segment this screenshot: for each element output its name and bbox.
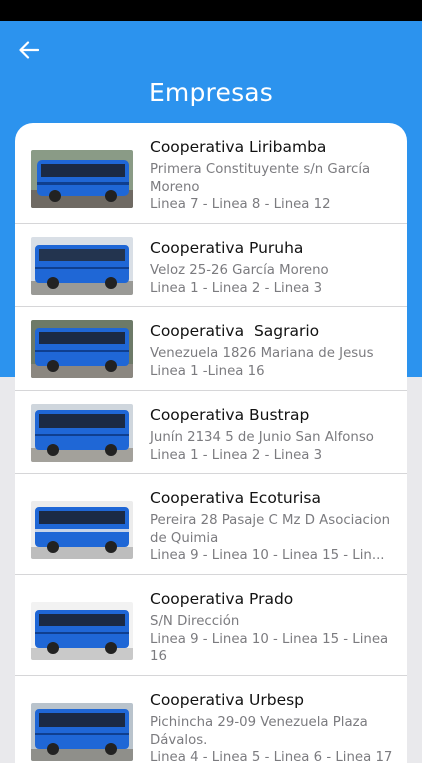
company-name: Cooperativa Sagrario — [150, 322, 320, 340]
arrow-left-icon — [19, 41, 39, 59]
company-name: Cooperativa Ecoturisa — [150, 489, 321, 507]
company-lines: Linea 7 - Linea 8 - Linea 12 — [150, 197, 331, 212]
list-item-sagrario[interactable]: Cooperativa Sagrario Venezuela 1826 Mari… — [15, 307, 407, 391]
companies-list: Cooperativa Liribamba Primera Constituye… — [15, 123, 407, 763]
bus-image — [31, 404, 133, 462]
company-lines: Linea 4 - Linea 5 - Linea 6 - Linea 17 — [150, 750, 393, 763]
bus-image — [31, 150, 133, 208]
bus-image — [31, 320, 133, 378]
company-name: Cooperativa Urbesp — [150, 691, 305, 709]
company-address: Junín 2134 5 de Junio San Alfonso — [150, 430, 374, 445]
company-lines: Linea 1 -Linea 16 — [150, 363, 265, 379]
list-item-prado[interactable]: Cooperativa Prado S/N Dirección Linea 9 … — [15, 575, 407, 676]
company-address: Venezuela 1826 Mariana de Jesus — [150, 346, 374, 361]
company-name: Cooperativa Prado — [150, 590, 294, 608]
company-lines: Linea 9 - Linea 10 - Linea 15 - Linea 16 — [150, 631, 389, 665]
page-title: Empresas — [148, 78, 274, 107]
company-name: Cooperativa Puruha — [150, 239, 304, 257]
bus-image — [31, 237, 133, 295]
bus-image — [31, 703, 133, 761]
company-address: Primera Constituyente s/n García Moreno — [150, 162, 371, 195]
list-item-puruha[interactable]: Cooperativa Puruha Veloz 25-26 García Mo… — [15, 224, 407, 307]
company-lines: Linea 9 - Linea 10 - Linea 15 - Lin... — [150, 548, 385, 563]
list-item-bustrap[interactable]: Cooperativa Bustrap Junín 2134 5 de Juni… — [15, 391, 407, 474]
company-lines: Linea 1 - Linea 2 - Linea 3 — [150, 280, 323, 296]
list-item-ecoturisa[interactable]: Cooperativa Ecoturisa Pereira 28 Pasaje … — [15, 474, 407, 575]
back-button[interactable] — [12, 36, 46, 64]
status-bar — [0, 0, 422, 21]
company-address: Veloz 25-26 García Moreno — [150, 263, 329, 278]
company-address: S/N Dirección — [150, 614, 240, 629]
company-name: Cooperativa Bustrap — [150, 406, 310, 424]
bus-image — [31, 602, 133, 660]
company-address: Pichincha 29-09 Venezuela Plaza Dávalos. — [150, 715, 368, 748]
company-address: Pereira 28 Pasaje C Mz D Asociacion de Q… — [150, 513, 391, 546]
company-name: Cooperativa Liribamba — [150, 138, 327, 156]
bus-image — [31, 501, 133, 559]
company-lines: Linea 1 - Linea 2 - Linea 3 — [150, 447, 323, 463]
list-item-liribamba[interactable]: Cooperativa Liribamba Primera Constituye… — [15, 123, 407, 224]
